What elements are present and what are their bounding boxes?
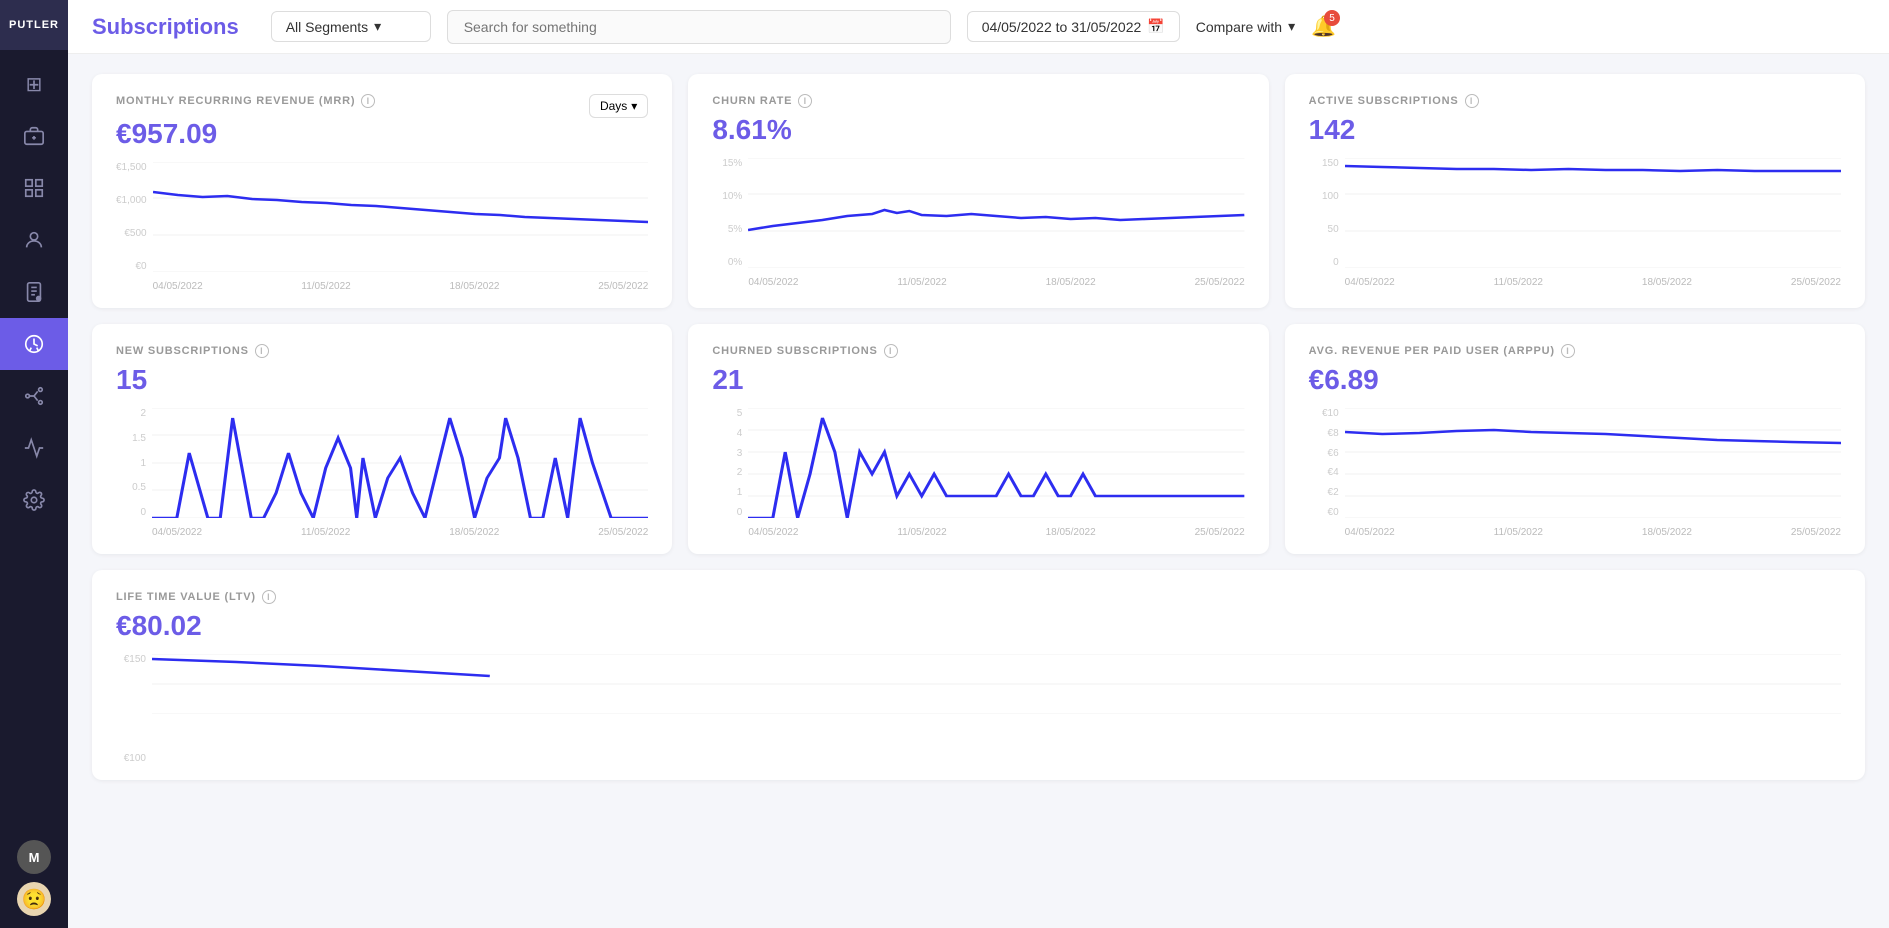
arppu-value: €6.89	[1309, 364, 1841, 396]
notification-bell[interactable]: 🔔 5	[1311, 14, 1336, 39]
arppu-chart: 04/05/202211/05/202218/05/202225/05/2022	[1345, 408, 1841, 538]
churned-label: CHURNED SUBSCRIPTIONS i	[712, 344, 1244, 358]
sidebar-item-reports[interactable]	[0, 266, 68, 318]
metrics-grid: MONTHLY RECURRING REVENUE (MRR) i Days ▾…	[68, 54, 1889, 928]
notification-count: 5	[1324, 10, 1340, 26]
churn-chart: 04/05/202211/05/202218/05/202225/05/2022	[748, 158, 1244, 288]
chevron-down-icon: ▾	[374, 18, 381, 35]
mrr-chart: 04/05/202211/05/202218/05/202225/05/2022	[153, 162, 649, 292]
days-button[interactable]: Days ▾	[589, 94, 648, 118]
churned-x-labels: 04/05/202211/05/202218/05/202225/05/2022	[748, 527, 1244, 538]
user-avatar-m[interactable]: M	[17, 840, 51, 874]
arppu-card: AVG. REVENUE PER PAID USER (ARPPU) i €6.…	[1285, 324, 1865, 554]
sidebar-nav: ⊞	[0, 50, 68, 840]
churned-chart: 04/05/202211/05/202218/05/202225/05/2022	[748, 408, 1244, 538]
churned-info-icon[interactable]: i	[884, 344, 898, 358]
churned-subs-card: CHURNED SUBSCRIPTIONS i 21 543210	[688, 324, 1268, 554]
active-y-axis: 150100500	[1309, 158, 1345, 268]
segment-selector[interactable]: All Segments ▾	[271, 11, 431, 42]
active-subs-label: ACTIVE SUBSCRIPTIONS i	[1309, 94, 1841, 108]
active-subs-chart-area: 150100500 04/05/202211/05/202218/05/2022…	[1309, 158, 1841, 288]
arppu-chart-area: €10€8€6€4€2€0 04/05/202211/05/202	[1309, 408, 1841, 538]
ltv-y-axis: €150€100	[116, 654, 152, 764]
churn-x-labels: 04/05/202211/05/202218/05/202225/05/2022	[748, 277, 1244, 288]
page-title: Subscriptions	[92, 14, 239, 40]
ltv-label: LIFE TIME VALUE (LTV) i	[116, 590, 1841, 604]
sidebar-item-dashboard[interactable]: ⊞	[0, 58, 68, 110]
churned-y-axis: 543210	[712, 408, 748, 518]
ltv-info-icon[interactable]: i	[262, 590, 276, 604]
sidebar-item-products[interactable]	[0, 162, 68, 214]
arppu-y-axis: €10€8€6€4€2€0	[1309, 408, 1345, 518]
active-subs-info-icon[interactable]: i	[1465, 94, 1479, 108]
main-content: Subscriptions All Segments ▾ 04/05/2022 …	[68, 0, 1889, 928]
sidebar-item-customers[interactable]	[0, 214, 68, 266]
churn-chart-area: 15%10%5%0% 04/05/202211/05/202218/05/202…	[712, 158, 1244, 288]
new-subs-x-labels: 04/05/202211/05/202218/05/202225/05/2022	[152, 527, 648, 538]
date-range-label: 04/05/2022 to 31/05/2022	[982, 19, 1142, 35]
new-subs-chart-area: 21.510.50 04/05/202211/05/202218/05/2022…	[116, 408, 648, 538]
mrr-info-icon[interactable]: i	[361, 94, 375, 108]
new-subs-label: NEW SUBSCRIPTIONS i	[116, 344, 648, 358]
churn-label: CHURN RATE i	[712, 94, 1244, 108]
active-x-labels: 04/05/202211/05/202218/05/202225/05/2022	[1345, 277, 1841, 288]
mrr-x-labels: 04/05/202211/05/202218/05/202225/05/2022	[153, 281, 649, 292]
sidebar-item-revenue[interactable]	[0, 110, 68, 162]
mrr-y-axis: €1,500€1,000€500€0	[116, 162, 153, 272]
mrr-card: MONTHLY RECURRING REVENUE (MRR) i Days ▾…	[92, 74, 672, 308]
sidebar: PUTLER ⊞ M 😟	[0, 0, 68, 928]
churn-info-icon[interactable]: i	[798, 94, 812, 108]
sidebar-item-affiliates[interactable]	[0, 370, 68, 422]
new-subs-chart: 04/05/202211/05/202218/05/202225/05/2022	[152, 408, 648, 538]
segment-label: All Segments	[286, 19, 368, 35]
topbar: Subscriptions All Segments ▾ 04/05/2022 …	[68, 0, 1889, 54]
new-subs-info-icon[interactable]: i	[255, 344, 269, 358]
chevron-down-icon: ▾	[631, 99, 637, 113]
new-subs-card: NEW SUBSCRIPTIONS i 15 21.510.50	[92, 324, 672, 554]
sidebar-item-analytics[interactable]	[0, 422, 68, 474]
calendar-icon: 📅	[1147, 18, 1164, 35]
search-input[interactable]	[447, 10, 951, 44]
ltv-chart-area: €150€100	[116, 654, 1841, 764]
ltv-chart	[152, 654, 1841, 764]
compare-label: Compare with	[1196, 19, 1282, 35]
mrr-label: MONTHLY RECURRING REVENUE (MRR) i	[116, 94, 375, 108]
churned-value: 21	[712, 364, 1244, 396]
compare-button[interactable]: Compare with ▾	[1196, 18, 1295, 35]
sidebar-bottom: M 😟	[17, 840, 51, 928]
sidebar-item-subscriptions[interactable]	[0, 318, 68, 370]
active-subs-card: ACTIVE SUBSCRIPTIONS i 142 150100500	[1285, 74, 1865, 308]
mrr-value: €957.09	[116, 118, 648, 150]
sidebar-item-settings[interactable]	[0, 474, 68, 526]
new-subs-y-axis: 21.510.50	[116, 408, 152, 518]
app-logo: PUTLER	[0, 0, 68, 50]
arppu-info-icon[interactable]: i	[1561, 344, 1575, 358]
ltv-value: €80.02	[116, 610, 1841, 642]
chevron-down-icon: ▾	[1288, 18, 1295, 35]
date-range-picker[interactable]: 04/05/2022 to 31/05/2022 📅	[967, 11, 1180, 42]
active-chart: 04/05/202211/05/202218/05/202225/05/2022	[1345, 158, 1841, 288]
mrr-header: MONTHLY RECURRING REVENUE (MRR) i Days ▾	[116, 94, 648, 118]
arppu-x-labels: 04/05/202211/05/202218/05/202225/05/2022	[1345, 527, 1841, 538]
churn-value: 8.61%	[712, 114, 1244, 146]
user-avatar-emoji[interactable]: 😟	[17, 882, 51, 916]
new-subs-value: 15	[116, 364, 648, 396]
mrr-chart-area: €1,500€1,000€500€0 04/05/202211/05/20221…	[116, 162, 648, 292]
active-subs-value: 142	[1309, 114, 1841, 146]
churned-chart-area: 543210 04/05/202211/05/202218/05/	[712, 408, 1244, 538]
churn-card: CHURN RATE i 8.61% 15%10%5%0%	[688, 74, 1268, 308]
ltv-card: LIFE TIME VALUE (LTV) i €80.02 €150€100	[92, 570, 1865, 780]
arppu-label: AVG. REVENUE PER PAID USER (ARPPU) i	[1309, 344, 1841, 358]
churn-y-axis: 15%10%5%0%	[712, 158, 748, 268]
